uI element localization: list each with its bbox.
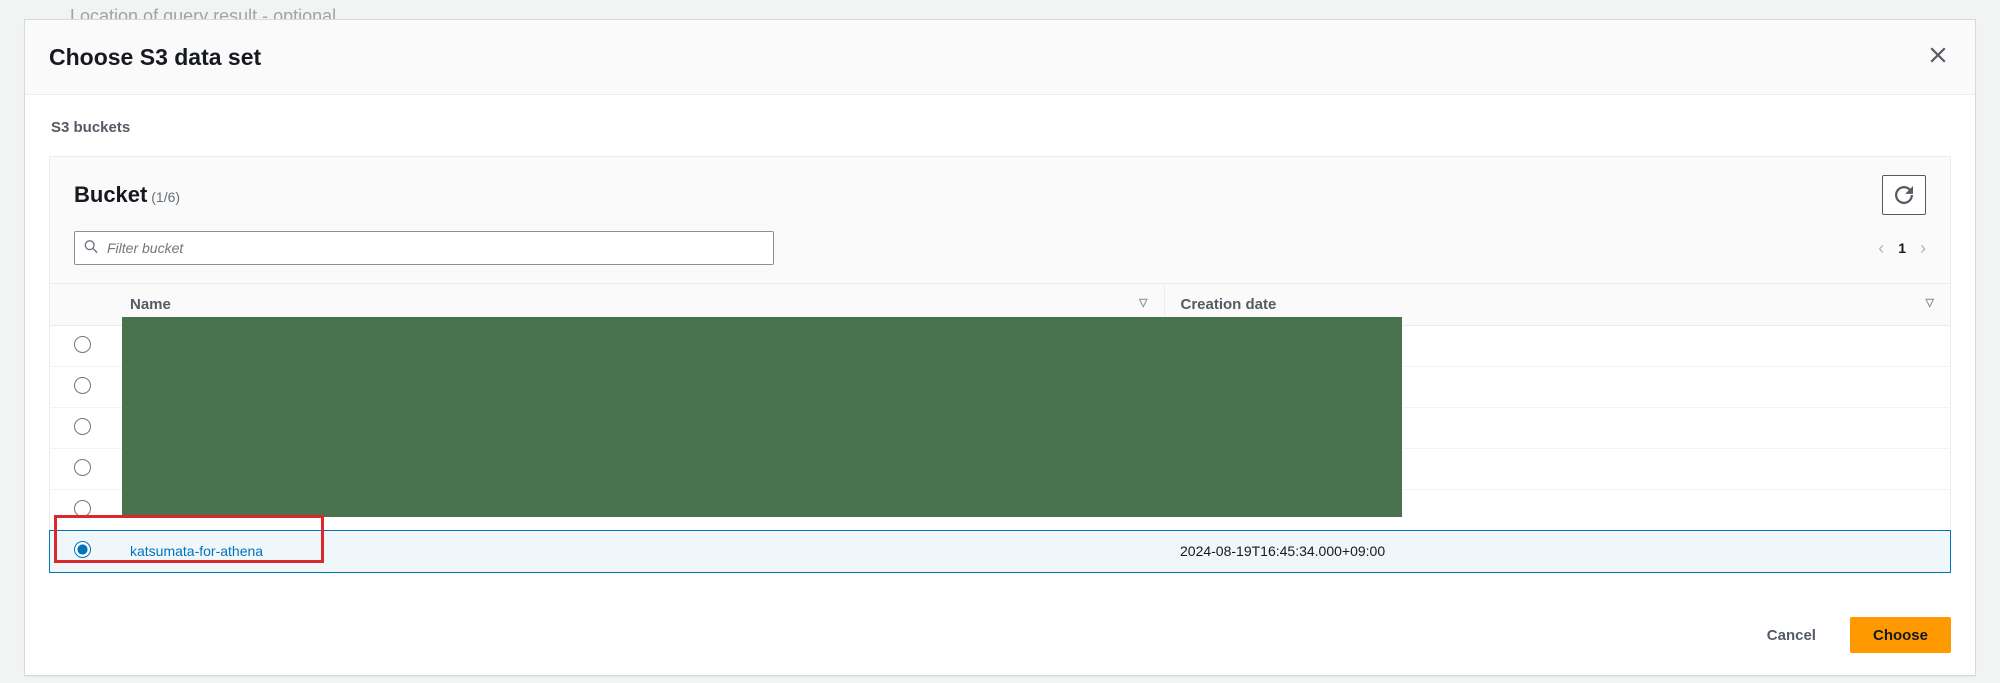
close-icon[interactable] bbox=[1925, 40, 1951, 74]
row-radio[interactable] bbox=[74, 377, 91, 394]
panel-count: (1/6) bbox=[151, 189, 180, 205]
row-radio[interactable] bbox=[74, 500, 91, 517]
modal-header: Choose S3 data set bbox=[25, 20, 1975, 95]
filter-input[interactable] bbox=[74, 231, 774, 265]
choose-s3-modal: Choose S3 data set S3 buckets Bucket (1/… bbox=[24, 19, 1976, 676]
table-row[interactable]: katsumata-for-athena 2024-08-19T16:45:34… bbox=[50, 531, 1950, 572]
panel-title: Bucket bbox=[74, 182, 147, 207]
refresh-button[interactable] bbox=[1882, 175, 1926, 215]
page-next[interactable]: › bbox=[1920, 238, 1926, 259]
sort-icon: ▽ bbox=[1926, 296, 1934, 309]
modal-body: S3 buckets Bucket (1/6) bbox=[25, 95, 1975, 597]
row-radio[interactable] bbox=[74, 418, 91, 435]
page-prev[interactable]: ‹ bbox=[1878, 238, 1884, 259]
col-name-label: Name bbox=[130, 296, 171, 313]
bucket-name-cell: katsumata-for-athena bbox=[114, 531, 1164, 572]
bucket-date-cell: 2024-08-19T16:45:34.000+09:00 bbox=[1164, 531, 1950, 572]
bucket-link[interactable]: katsumata-for-athena bbox=[130, 543, 263, 559]
breadcrumb: S3 buckets bbox=[49, 119, 1951, 136]
col-select bbox=[50, 284, 114, 326]
bucket-panel: Bucket (1/6) ‹ 1 › bbox=[49, 156, 1951, 573]
modal-footer: Cancel Choose bbox=[25, 597, 1975, 675]
panel-head: Bucket (1/6) bbox=[50, 157, 1950, 225]
filter-input-wrap bbox=[74, 231, 774, 265]
redacted-overlay bbox=[122, 317, 1402, 517]
pager: ‹ 1 › bbox=[1878, 238, 1926, 259]
sort-icon: ▽ bbox=[1139, 296, 1147, 309]
page-number: 1 bbox=[1898, 240, 1906, 256]
row-radio[interactable] bbox=[74, 459, 91, 476]
cancel-button[interactable]: Cancel bbox=[1745, 617, 1838, 653]
row-radio[interactable] bbox=[74, 336, 91, 353]
col-date-label: Creation date bbox=[1181, 296, 1277, 313]
refresh-icon bbox=[1895, 186, 1913, 204]
row-radio[interactable] bbox=[74, 541, 91, 558]
search-icon bbox=[84, 240, 98, 257]
modal-title: Choose S3 data set bbox=[49, 44, 261, 71]
choose-button[interactable]: Choose bbox=[1850, 617, 1951, 653]
filter-row: ‹ 1 › bbox=[50, 225, 1950, 284]
